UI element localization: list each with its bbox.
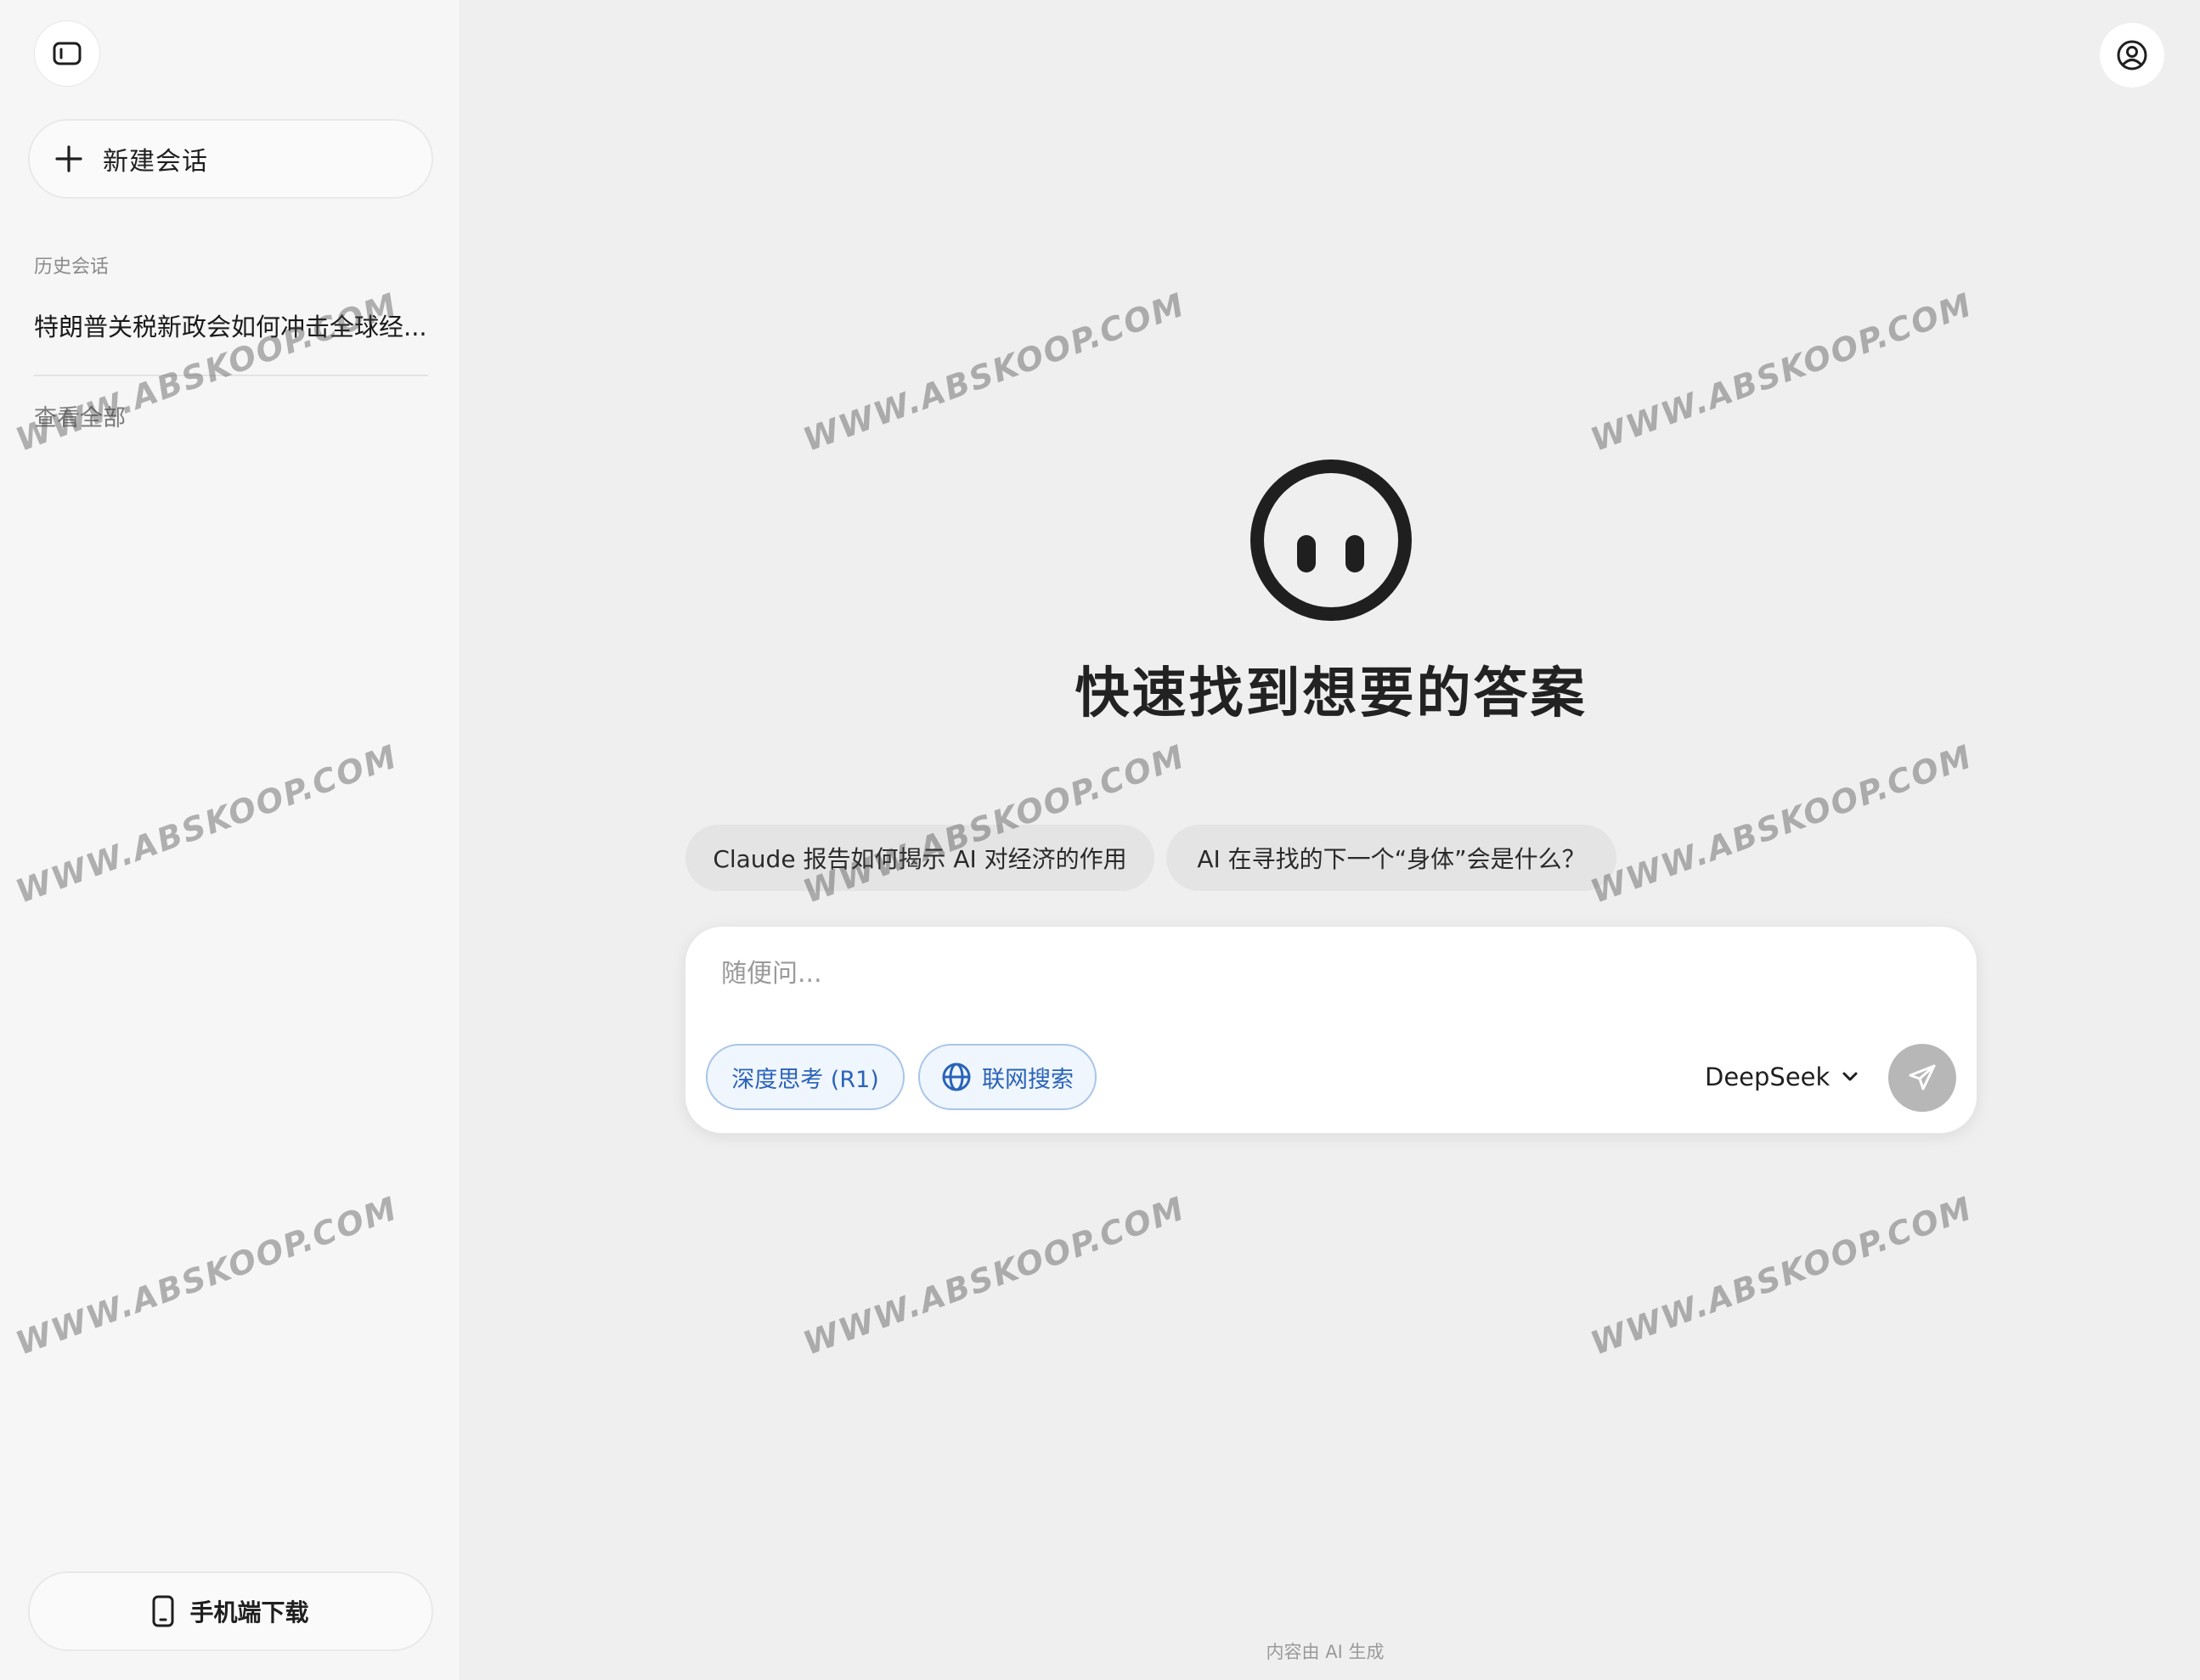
watermark: WWW.ABSKOOP.COM <box>798 285 1191 459</box>
mobile-download-label: 手机端下载 <box>189 1598 309 1626</box>
new-chat-button[interactable]: 新建会话 <box>28 119 433 199</box>
web-search-toggle[interactable]: 联网搜索 <box>918 1044 1097 1110</box>
globe-icon <box>942 1063 971 1091</box>
history-section-title: 历史会话 <box>34 257 110 278</box>
model-selector[interactable]: DeepSeek <box>1705 1054 1859 1100</box>
history-item[interactable]: 特朗普关税新政会如何冲击全球经... <box>34 307 433 343</box>
send-icon <box>1909 1064 1936 1091</box>
deep-think-toggle[interactable]: 深度思考 (R1) <box>706 1044 905 1110</box>
watermark: WWW.ABSKOOP.COM <box>1586 0 1977 8</box>
watermark: WWW.ABSKOOP.COM <box>798 1189 1191 1362</box>
phone-icon <box>152 1595 174 1627</box>
plus-icon <box>55 145 82 172</box>
chevron-down-icon <box>1842 1072 1858 1081</box>
model-name: DeepSeek <box>1705 1063 1831 1091</box>
watermark: WWW.ABSKOOP.COM <box>1585 737 1978 910</box>
chat-input-box: 深度思考 (R1) 联网搜索 DeepSeek <box>685 926 1977 1134</box>
page-headline: 快速找到想要的答案 <box>1075 662 1588 725</box>
watermark: WWW.ABSKOOP.COM <box>1585 1189 1978 1362</box>
send-button[interactable] <box>1888 1044 1956 1112</box>
user-account-button[interactable] <box>2100 23 2164 87</box>
web-search-label: 联网搜索 <box>982 1066 1074 1093</box>
ai-generated-note: 内容由 AI 生成 <box>1266 1642 1385 1662</box>
sidebar: 新建会话 历史会话 特朗普关税新政会如何冲击全球经... 查看全部 手机端下载 <box>0 0 460 1680</box>
sidebar-toggle-button[interactable] <box>34 20 100 87</box>
sidebar-toggle-icon <box>53 42 82 65</box>
view-all-link[interactable]: 查看全部 <box>34 399 126 432</box>
watermark: WWW.ABSKOOP.COM <box>1585 285 1978 459</box>
suggestion-chip[interactable]: Claude 报告如何揭示 AI 对经济的作用 <box>685 825 1154 891</box>
mobile-download-button[interactable]: 手机端下载 <box>28 1571 433 1651</box>
face-logo-icon <box>1250 459 1412 621</box>
watermark: WWW.ABSKOOP.COM <box>798 0 1190 8</box>
user-icon <box>2117 40 2147 70</box>
history-divider <box>34 375 428 376</box>
suggestion-chip[interactable]: AI 在寻找的下一个“身体”会是什么？ <box>1166 825 1616 891</box>
new-chat-label: 新建会话 <box>103 147 208 177</box>
chat-input[interactable] <box>719 950 1929 1005</box>
